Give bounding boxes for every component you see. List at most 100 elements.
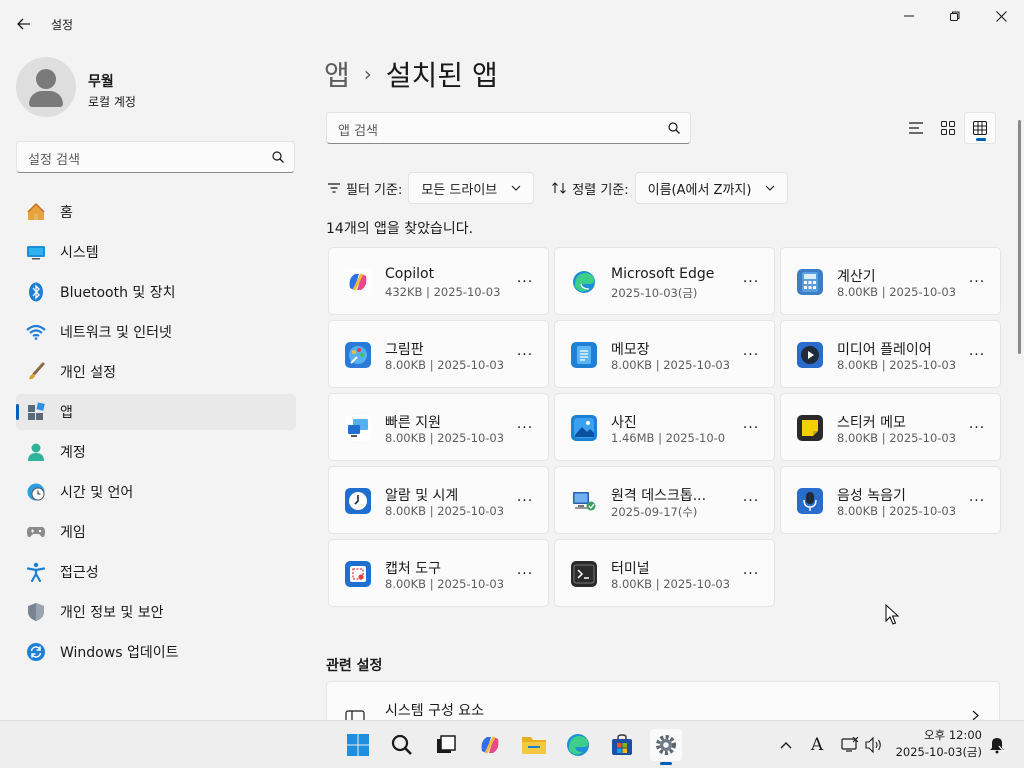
sidebar-item-personalization[interactable]: 개인 설정 [16, 354, 296, 390]
tile-view-icon [941, 121, 955, 135]
user-profile[interactable]: 무월 로컬 계정 [16, 57, 296, 117]
search-icon [391, 734, 412, 755]
more-options-button[interactable]: ··· [740, 272, 762, 292]
volume-status[interactable] [864, 735, 884, 755]
app-name: 원격 데스크톱... [611, 488, 707, 504]
taskbar-search-button[interactable] [386, 729, 418, 761]
back-button[interactable] [10, 10, 38, 38]
app-card-sticky-notes[interactable]: 스티커 메모 8.00KB | 2025-10-03 ··· [780, 393, 1001, 461]
remote-desktop-icon [571, 488, 597, 514]
app-search-input[interactable]: 앱 검색 [326, 112, 691, 144]
sidebar-item-privacy[interactable]: 개인 정보 및 보안 [16, 594, 296, 630]
taskbar-clock[interactable]: 오후 12:00 2025-10-03(금) [890, 727, 982, 761]
notifications-button[interactable] [987, 735, 1007, 755]
list-view-button[interactable] [900, 112, 932, 144]
more-options-button[interactable]: ··· [740, 564, 762, 584]
network-status[interactable] [840, 735, 860, 755]
breadcrumb: 앱 › 설치된 앱 [324, 54, 498, 94]
taskbar-copilot[interactable] [474, 729, 506, 761]
accessibility-icon [26, 562, 46, 582]
start-button[interactable] [342, 729, 374, 761]
main-content: 앱 › 설치된 앱 앱 검색 필터 기준: 모든 드라이브 정렬 기준: 이름(… [310, 46, 1024, 720]
more-options-button[interactable]: ··· [740, 418, 762, 438]
sidebar-item-accounts[interactable]: 계정 [16, 434, 296, 470]
voice-recorder-icon [797, 488, 823, 514]
app-card-quick-assist[interactable]: 빠른 지원 8.00KB | 2025-10-03 ··· [328, 393, 549, 461]
sidebar-item-home[interactable]: 홈 [16, 194, 296, 230]
app-card-calculator[interactable]: 계산기 8.00KB | 2025-10-03 ··· [780, 247, 1001, 315]
app-card-remote-desktop[interactable]: 원격 데스크톱... 2025-09-17(수) ··· [554, 466, 775, 534]
more-options-button[interactable]: ··· [514, 418, 536, 438]
sidebar-item-system[interactable]: 시스템 [16, 234, 296, 270]
close-button[interactable] [978, 0, 1024, 32]
app-meta: 8.00KB | 2025-10-03 [837, 285, 955, 299]
app-card-media-player[interactable]: 미디어 플레이어 8.00KB | 2025-10-03 ··· [780, 320, 1001, 388]
task-view-button[interactable] [430, 729, 462, 761]
sidebar-item-time-language[interactable]: 시간 및 언어 [16, 474, 296, 510]
app-card-terminal[interactable]: 터미널 8.00KB | 2025-10-03 ··· [554, 539, 775, 607]
breadcrumb-parent[interactable]: 앱 [324, 54, 350, 94]
more-options-button[interactable]: ··· [966, 345, 988, 365]
app-card-snipping-tool[interactable]: 캡처 도구 8.00KB | 2025-10-03 ··· [328, 539, 549, 607]
chevron-right-icon [972, 710, 979, 720]
app-card-voice-recorder[interactable]: 음성 녹음기 8.00KB | 2025-10-03 ··· [780, 466, 1001, 534]
show-hidden-icons-button[interactable] [776, 735, 796, 755]
sidebar-item-gaming[interactable]: 게임 [16, 514, 296, 550]
sidebar-item-network[interactable]: 네트워크 및 인터넷 [16, 314, 296, 350]
settings-search-input[interactable]: 설정 검색 [16, 141, 295, 173]
brush-icon [26, 362, 46, 382]
sidebar-item-apps[interactable]: 앱 [16, 394, 296, 430]
system-icon [26, 242, 46, 262]
app-name: 그림판 [385, 342, 424, 358]
clock-time: 오후 12:00 [924, 728, 982, 742]
more-options-button[interactable]: ··· [740, 345, 762, 365]
grid-view-button[interactable] [964, 112, 996, 144]
tile-view-button[interactable] [932, 112, 964, 144]
app-name: 계산기 [837, 269, 876, 285]
search-icon [272, 151, 284, 163]
more-options-button[interactable]: ··· [966, 272, 988, 292]
chevron-up-icon [780, 742, 792, 749]
taskbar-settings[interactable] [650, 729, 682, 765]
main-scrollbar[interactable] [1018, 120, 1021, 354]
maximize-button[interactable] [932, 0, 978, 32]
home-icon [26, 202, 46, 222]
ime-indicator[interactable]: A [807, 735, 827, 755]
folder-icon [522, 737, 546, 754]
more-options-button[interactable]: ··· [514, 272, 536, 292]
more-options-button[interactable]: ··· [740, 491, 762, 511]
clock-globe-icon [26, 482, 46, 502]
window-title: 설정 [51, 18, 74, 32]
app-card-copilot[interactable]: Copilot 432KB | 2025-10-03 ··· [328, 247, 549, 315]
app-card-paint[interactable]: 그림판 8.00KB | 2025-10-03 ··· [328, 320, 549, 388]
bluetooth-icon [26, 282, 46, 302]
wifi-icon [26, 322, 46, 342]
more-options-button[interactable]: ··· [514, 491, 536, 511]
taskbar-store[interactable] [606, 729, 638, 761]
filter-icon [328, 183, 340, 193]
sidebar-item-bluetooth[interactable]: Bluetooth 및 장치 [16, 274, 296, 310]
taskbar-edge[interactable] [562, 729, 594, 761]
sidebar-item-accessibility[interactable]: 접근성 [16, 554, 296, 590]
filter-dropdown[interactable]: 모든 드라이브 [408, 172, 535, 204]
more-options-button[interactable]: ··· [514, 345, 536, 365]
more-options-button[interactable]: ··· [966, 491, 988, 511]
app-card-notepad[interactable]: 메모장 8.00KB | 2025-10-03 ··· [554, 320, 775, 388]
minimize-button[interactable] [886, 0, 932, 32]
sort-dropdown[interactable]: 이름(A에서 Z까지) [634, 172, 789, 204]
taskbar-file-explorer[interactable] [518, 729, 550, 761]
sticky-notes-icon [797, 415, 823, 441]
sort-label: 정렬 기준: [552, 179, 629, 198]
sidebar-item-label: 계정 [60, 445, 86, 461]
sidebar-item-label: 네트워크 및 인터넷 [60, 325, 172, 341]
app-card-edge[interactable]: Microsoft Edge 2025-10-03(금) ··· [554, 247, 775, 315]
more-options-button[interactable]: ··· [966, 418, 988, 438]
app-card-alarms-clock[interactable]: 알람 및 시계 8.00KB | 2025-10-03 ··· [328, 466, 549, 534]
related-system-components[interactable]: 시스템 구성 요소 [326, 681, 1000, 720]
app-card-photos[interactable]: 사진 1.46MB | 2025-10-0 ··· [554, 393, 775, 461]
sidebar-item-label: 시스템 [60, 245, 99, 261]
media-player-icon [797, 342, 823, 368]
sort-label-text: 정렬 기준: [572, 182, 629, 198]
sidebar-item-windows-update[interactable]: Windows 업데이트 [16, 634, 296, 670]
more-options-button[interactable]: ··· [514, 564, 536, 584]
